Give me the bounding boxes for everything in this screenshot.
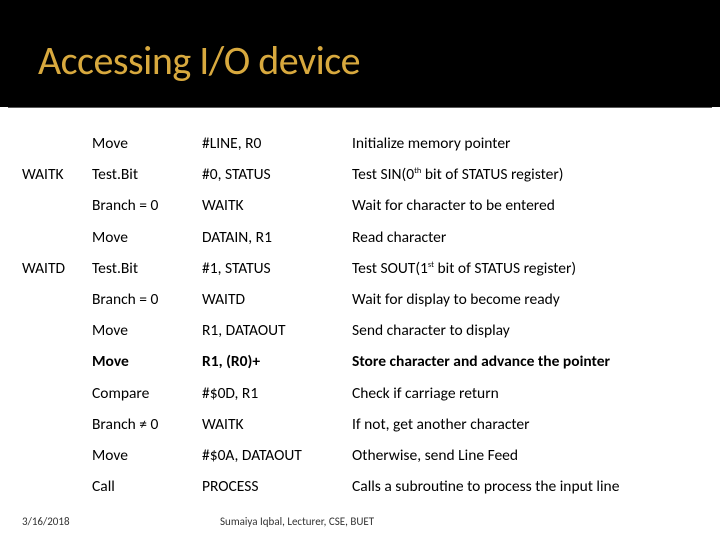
row-args: PROCESS: [198, 471, 348, 502]
row-op: Move: [88, 440, 198, 471]
row-op: Branch ≠ 0: [88, 409, 198, 440]
row-comment: Check if carriage return: [348, 378, 712, 409]
row-op: Call: [88, 471, 198, 502]
row-op: Move: [88, 128, 198, 159]
row-args: #1, STATUS: [198, 253, 348, 284]
row-label: [18, 222, 88, 253]
row-comment: Store character and advance the pointer: [348, 346, 712, 377]
table-row: Move#$0A, DATAOUTOtherwise, send Line Fe…: [18, 440, 712, 471]
table-row: MoveDATAIN, R1Read character: [18, 222, 712, 253]
row-args: #$0A, DATAOUT: [198, 440, 348, 471]
row-args: WAITK: [198, 190, 348, 221]
row-label: [18, 284, 88, 315]
table-row: Branch = 0WAITKWait for character to be …: [18, 190, 712, 221]
row-label: [18, 409, 88, 440]
row-comment: Calls a subroutine to process the input …: [348, 471, 712, 502]
row-args: #LINE, R0: [198, 128, 348, 159]
footer-credit: Sumaiya Iqbal, Lecturer, CSE, BUET: [220, 515, 374, 528]
row-comment: Send character to display: [348, 315, 712, 346]
row-args: #0, STATUS: [198, 159, 348, 190]
assembly-tbody: Move#LINE, R0Initialize memory pointerWA…: [18, 128, 712, 502]
row-label: WAITK: [18, 159, 88, 190]
table-row: Compare#$0D, R1Check if carriage return: [18, 378, 712, 409]
header-rule: [8, 107, 712, 108]
row-label: [18, 315, 88, 346]
row-comment: Otherwise, send Line Feed: [348, 440, 712, 471]
footer-date: 3/16/2018: [22, 515, 70, 528]
row-args: R1, (R0)+: [198, 346, 348, 377]
row-op: Compare: [88, 378, 198, 409]
row-op: Move: [88, 222, 198, 253]
row-comment: Wait for display to become ready: [348, 284, 712, 315]
row-op: Move: [88, 315, 198, 346]
row-args: WAITD: [198, 284, 348, 315]
row-comment: Test SIN(0th bit of STATUS register): [348, 159, 712, 190]
row-args: WAITK: [198, 409, 348, 440]
assembly-table: Move#LINE, R0Initialize memory pointerWA…: [18, 128, 712, 502]
row-op: Move: [88, 346, 198, 377]
table-row: WAITDTest.Bit#1, STATUSTest SOUT(1st bit…: [18, 253, 712, 284]
row-args: #$0D, R1: [198, 378, 348, 409]
table-row: Move#LINE, R0Initialize memory pointer: [18, 128, 712, 159]
row-op: Test.Bit: [88, 253, 198, 284]
slide-header: Accessing I/O device: [0, 0, 720, 107]
row-label: [18, 190, 88, 221]
row-comment: Read character: [348, 222, 712, 253]
row-args: R1, DATAOUT: [198, 315, 348, 346]
table-row: WAITKTest.Bit#0, STATUSTest SIN(0th bit …: [18, 159, 712, 190]
row-label: [18, 346, 88, 377]
row-comment: Test SOUT(1st bit of STATUS register): [348, 253, 712, 284]
table-row: Branch ≠ 0WAITKIf not, get another chara…: [18, 409, 712, 440]
row-comment: Wait for character to be entered: [348, 190, 712, 221]
row-op: Test.Bit: [88, 159, 198, 190]
row-comment: Initialize memory pointer: [348, 128, 712, 159]
row-label: WAITD: [18, 253, 88, 284]
row-label: [18, 440, 88, 471]
row-op: Branch = 0: [88, 284, 198, 315]
row-args: DATAIN, R1: [198, 222, 348, 253]
table-row: MoveR1, (R0)+Store character and advance…: [18, 346, 712, 377]
slide-title: Accessing I/O device: [38, 36, 360, 85]
table-row: Branch = 0WAITDWait for display to becom…: [18, 284, 712, 315]
row-comment: If not, get another character: [348, 409, 712, 440]
row-label: [18, 128, 88, 159]
table-row: CallPROCESSCalls a subroutine to process…: [18, 471, 712, 502]
row-op: Branch = 0: [88, 190, 198, 221]
table-row: MoveR1, DATAOUTSend character to display: [18, 315, 712, 346]
row-label: [18, 471, 88, 502]
row-label: [18, 378, 88, 409]
